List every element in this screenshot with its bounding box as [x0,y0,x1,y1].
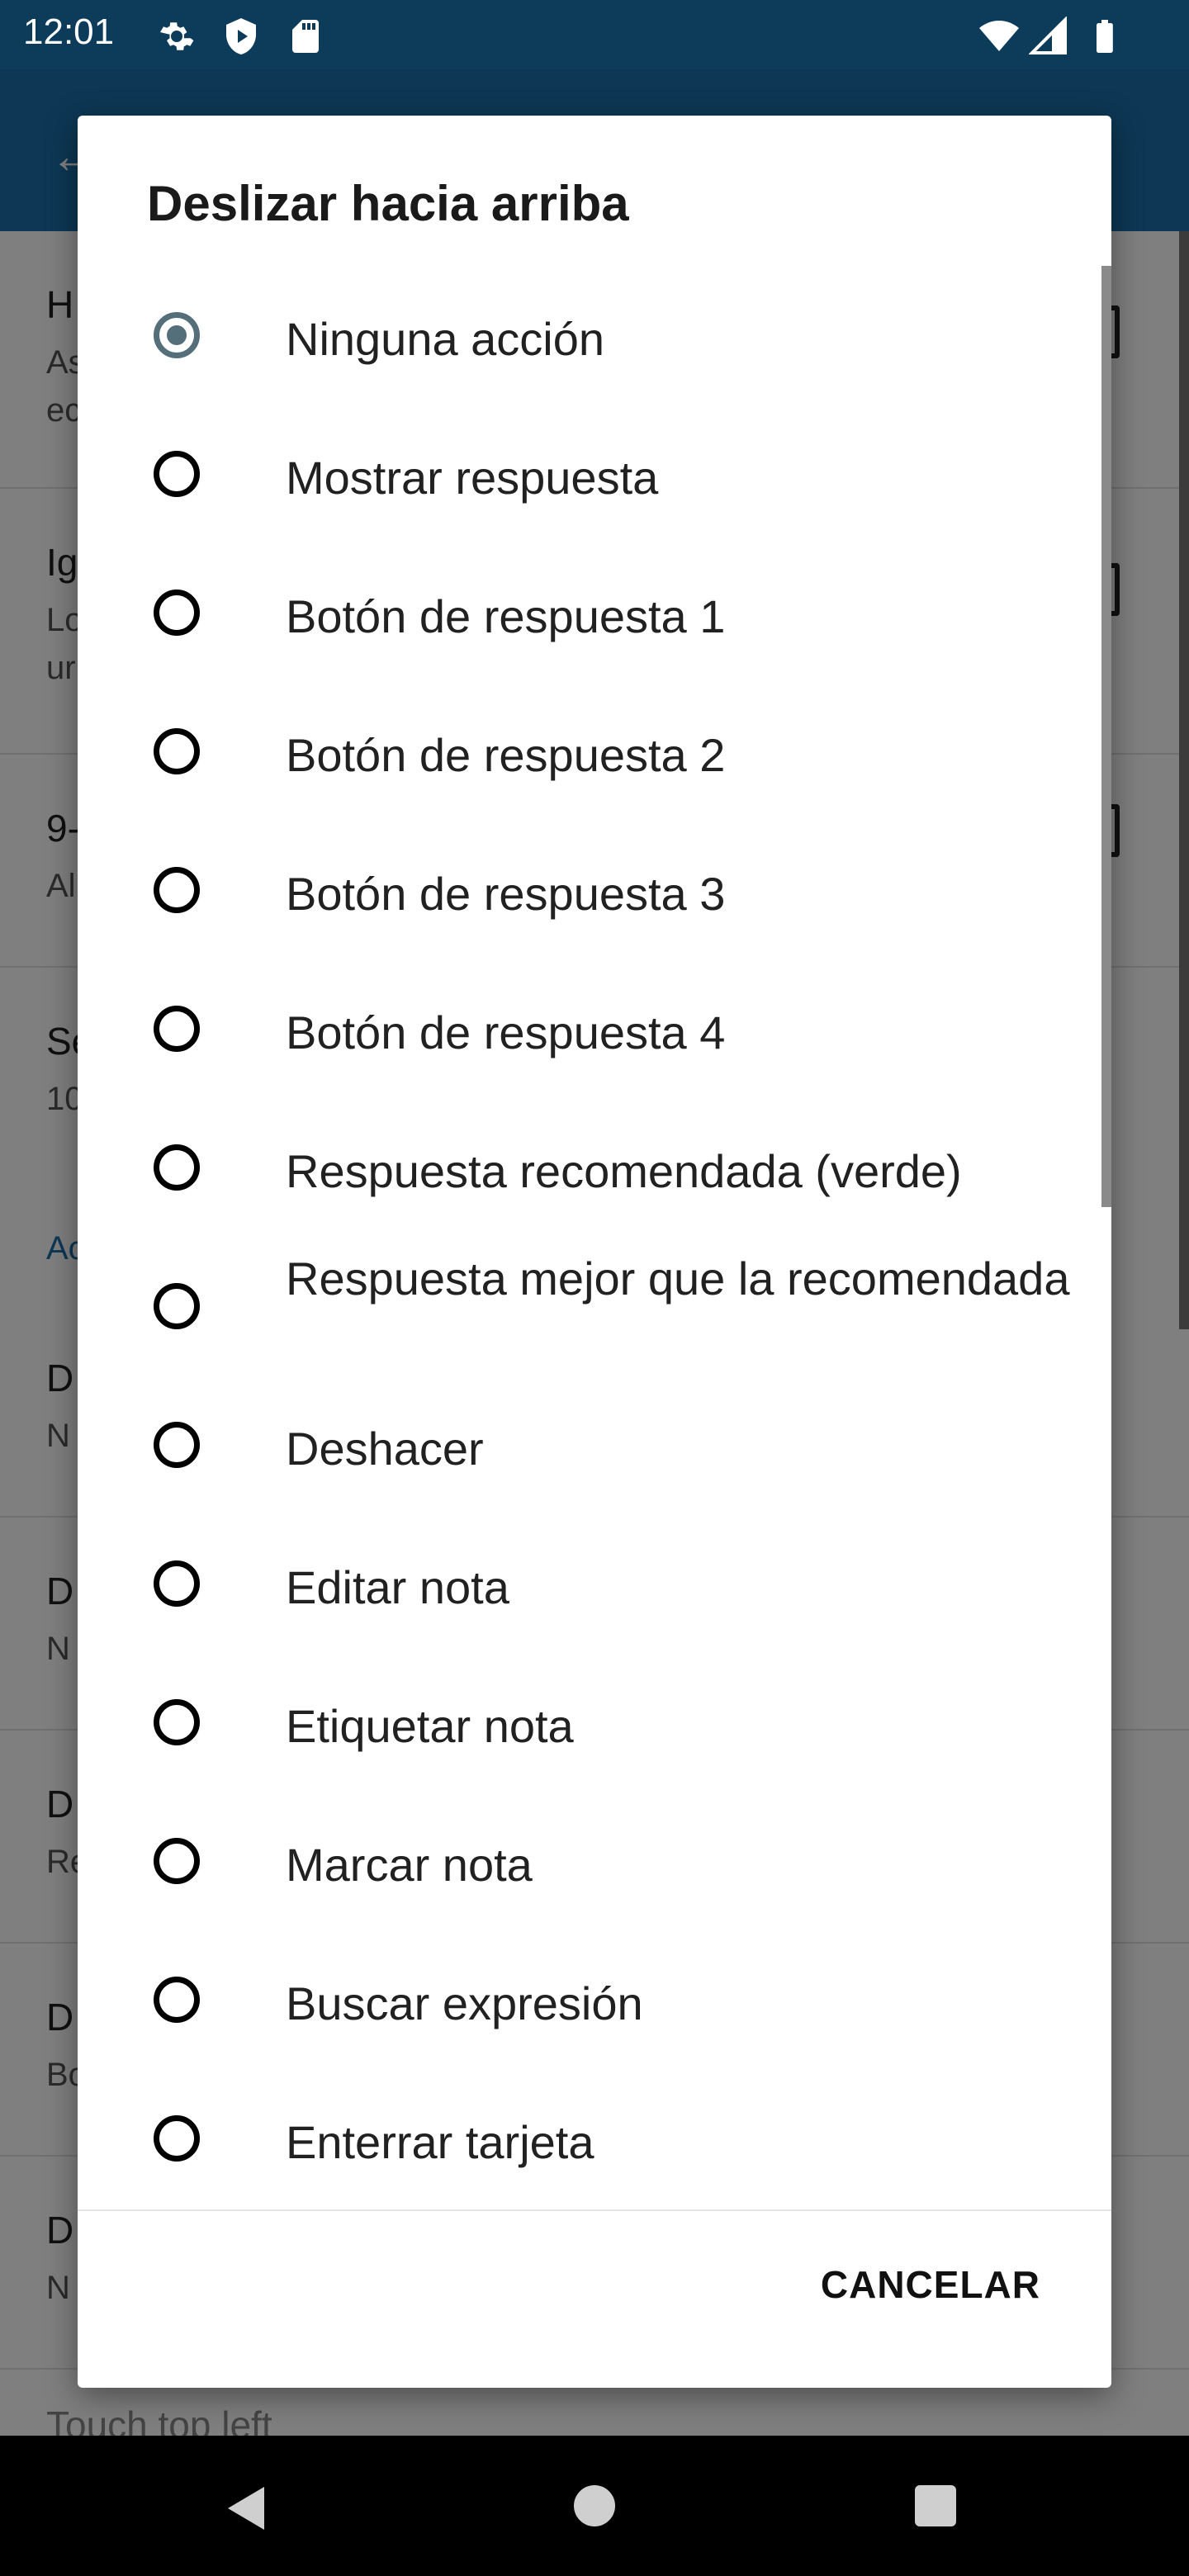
option-label: Deshacer [286,1423,484,1475]
radio-icon[interactable] [154,1422,200,1468]
option-label: Etiquetar nota [286,1700,574,1752]
navigation-bar [0,2436,1189,2576]
option-etiquetar-nota[interactable]: Etiquetar nota [78,1658,1111,1797]
wifi-icon [979,21,1019,51]
status-time: 12:01 [23,12,115,52]
option-editar-nota[interactable]: Editar nota [78,1519,1111,1658]
option-respuesta-mejor[interactable]: Respuesta mejor que la recomendada [78,1242,1111,1380]
option-deshacer[interactable]: Deshacer [78,1380,1111,1519]
option-label: Editar nota [286,1561,509,1613]
option-marcar-nota[interactable]: Marcar nota [78,1797,1111,1935]
option-label: Buscar expresión [286,1977,643,2029]
option-boton-respuesta-3[interactable]: Botón de respuesta 3 [78,826,1111,964]
radio-icon[interactable] [154,728,200,774]
option-buscar-expresion[interactable]: Buscar expresión [78,1935,1111,2074]
radio-icon[interactable] [154,451,200,497]
cancel-button[interactable]: CANCELAR [821,2262,1040,2307]
nav-home-icon[interactable] [574,2485,615,2526]
option-label: Respuesta mejor que la recomendada [286,1252,1070,1305]
radio-icon[interactable] [154,1838,200,1884]
signal-icon [1029,17,1067,54]
option-boton-respuesta-4[interactable]: Botón de respuesta 4 [78,964,1111,1103]
option-label: Ninguna acción [286,313,605,365]
option-label: Mostrar respuesta [286,452,659,504]
option-label: Botón de respuesta 3 [286,868,726,920]
option-mostrar-respuesta[interactable]: Mostrar respuesta [78,410,1111,548]
option-boton-respuesta-1[interactable]: Botón de respuesta 1 [78,548,1111,687]
nav-back-icon[interactable] [228,2487,264,2530]
option-label: Botón de respuesta 2 [286,729,726,781]
swipe-up-action-dialog: Deslizar hacia arriba Ninguna acción Mos… [78,116,1111,2388]
sd-card-icon [292,20,319,53]
dialog-divider [78,2209,1111,2211]
option-enterrar-tarjeta[interactable]: Enterrar tarjeta [78,2074,1111,2213]
nav-recents-icon[interactable] [915,2485,956,2526]
radio-icon[interactable] [154,1144,200,1191]
option-respuesta-recomendada[interactable]: Respuesta recomendada (verde) [78,1103,1111,1242]
radio-icon[interactable] [154,2115,200,2162]
option-label: Botón de respuesta 1 [286,590,726,642]
dialog-title: Deslizar hacia arriba [147,176,629,231]
radio-selected-icon[interactable] [154,312,200,358]
option-boton-respuesta-2[interactable]: Botón de respuesta 2 [78,687,1111,826]
dialog-scrollbar[interactable] [1101,266,1111,1207]
option-label: Botón de respuesta 4 [286,1006,726,1058]
option-ninguna-accion[interactable]: Ninguna acción [78,271,1111,410]
options-list: Ninguna acción Mostrar respuesta Botón d… [78,271,1111,2327]
option-label: Marcar nota [286,1839,533,1891]
option-label: Enterrar tarjeta [286,2116,594,2168]
radio-icon[interactable] [154,1977,200,2023]
status-bar: 12:01 [0,0,1189,69]
radio-icon[interactable] [154,867,200,913]
option-label: Respuesta recomendada (verde) [286,1145,962,1197]
radio-icon[interactable] [154,1006,200,1052]
radio-icon[interactable] [154,590,200,636]
battery-icon [1097,20,1113,53]
radio-icon[interactable] [154,1699,200,1745]
radio-icon[interactable] [154,1283,200,1329]
shield-icon [226,18,256,54]
radio-icon[interactable] [154,1560,200,1607]
settings-icon [160,22,194,50]
